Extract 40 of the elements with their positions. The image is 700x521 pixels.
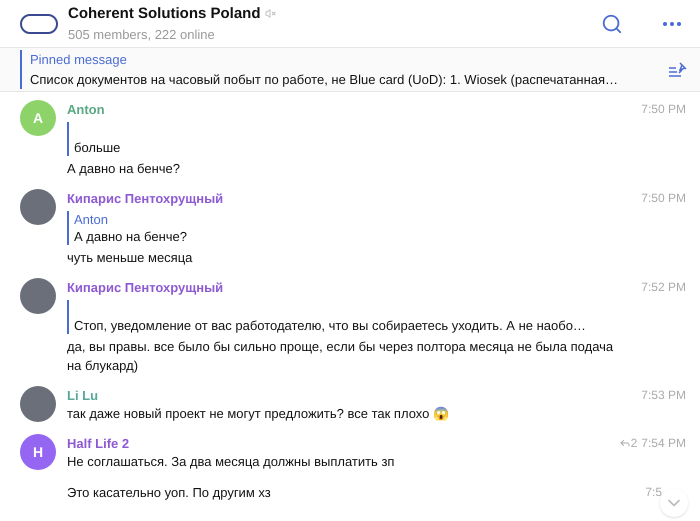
avatar-photo-placeholder	[20, 386, 56, 422]
sender-name: Кипарис Пентохрущный	[67, 190, 224, 206]
quoted-author: Anton	[74, 211, 109, 228]
quoted-text: больше	[74, 139, 122, 156]
pinned-text: Список документов на часовый побыт по работе, не Blue card (UoD): 1. Wiosek (распечатанная…	[30, 70, 620, 89]
message-text: Это касательно уоп. По другим хз	[67, 484, 271, 502]
message-text: А давно на бенче?	[67, 160, 180, 178]
message-text: Не соглашаться. За два месяца должны выплатить зп	[67, 453, 394, 471]
quoted-text: А давно на бенче?	[74, 228, 188, 245]
sender-name: Li Lu	[67, 386, 100, 404]
message-time: 7:5	[645, 484, 662, 501]
pin-list-icon[interactable]	[668, 60, 688, 78]
avatar-photo-placeholder	[20, 189, 56, 225]
avatar: H	[20, 434, 56, 470]
sender-name: Кипарис Пентохрущный	[67, 278, 224, 296]
search-icon	[601, 12, 623, 34]
sender-name: Anton	[67, 100, 106, 118]
message-text: так даже новый проект не могут предложить? все так плохо 😱	[67, 405, 449, 423]
pinned-label: Pinned message	[30, 51, 128, 69]
sender-name: Half Life 2	[67, 434, 130, 452]
message-time: 7:54 PM	[641, 435, 686, 452]
avatar-photo-placeholder	[20, 278, 56, 314]
avatar: A	[20, 100, 56, 136]
message-time: 7:50 PM	[641, 101, 686, 118]
reply-count: 2	[630, 435, 638, 452]
pinned-bar[interactable]: Pinned message Список документов на часовый побыт по работе, не Blue card (UoD): 1. Wiosek (распечатанная…	[0, 48, 700, 92]
reply-icon	[618, 437, 631, 449]
group-logo	[20, 14, 58, 34]
chat-title: Coherent Solutions Poland	[68, 4, 261, 24]
reply-quote[interactable]: Стоп, уведомление от вас работодателю, что вы собираетесь уходить. А не наобо…	[67, 300, 686, 334]
message-text: чуть меньше месяца	[67, 249, 192, 267]
more-icon	[663, 22, 681, 26]
message-time: 7:53 PM	[641, 387, 686, 404]
reply-quote[interactable]: Anton А давно на бенче?	[67, 211, 686, 245]
quoted-text: Стоп, уведомление от вас работодателю, что вы собираетесь уходить. А не наобо…	[74, 317, 587, 334]
message-text: да, вы правы. все было бы сильно проще, если бы через полтора месяца не была подача на блукард)	[67, 338, 614, 375]
reply-quote[interactable]: больше	[67, 122, 686, 156]
message-time: 7:50 PM	[641, 190, 686, 207]
message-time: 7:52 PM	[641, 279, 686, 296]
member-count: 505 members, 222 online	[68, 26, 216, 44]
